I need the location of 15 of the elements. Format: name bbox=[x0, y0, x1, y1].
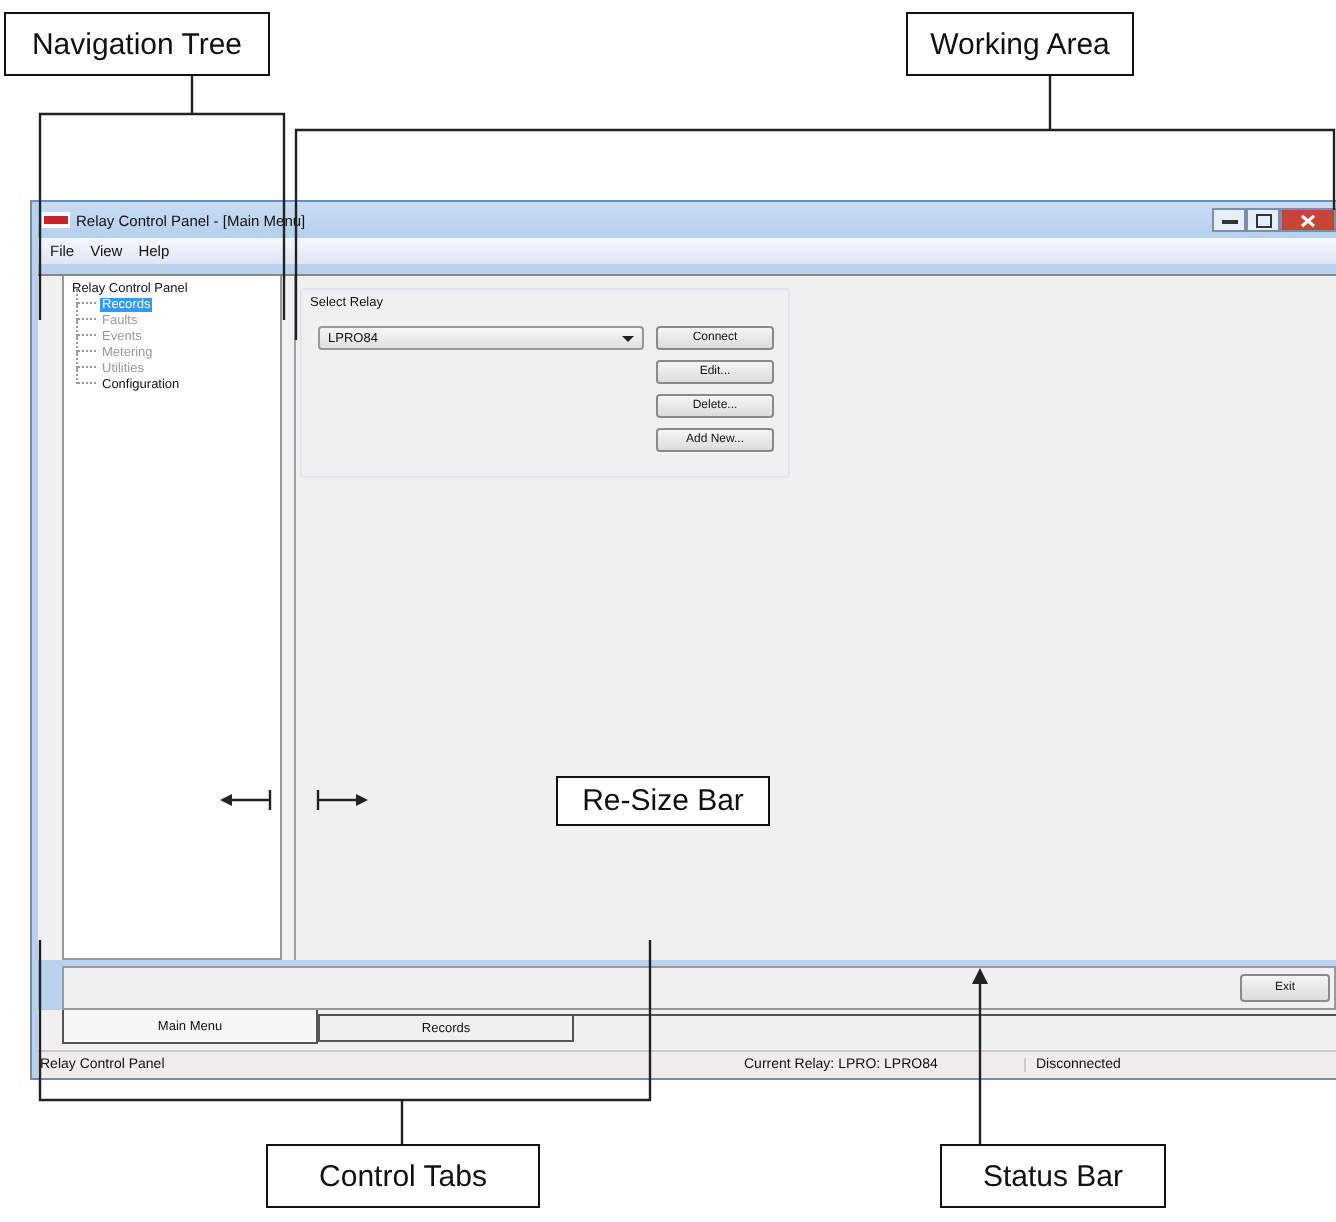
minimize-button[interactable] bbox=[1212, 208, 1246, 232]
minimize-icon bbox=[1221, 216, 1237, 224]
left-arrow-line bbox=[220, 788, 272, 812]
callout-label: Navigation Tree bbox=[4, 12, 270, 76]
close-icon bbox=[1300, 213, 1316, 227]
logo-icon bbox=[42, 212, 70, 228]
callout-label: Working Area bbox=[906, 12, 1134, 76]
callout-label: Status Bar bbox=[940, 1144, 1166, 1208]
close-button[interactable] bbox=[1280, 208, 1336, 232]
dropdown-arrow-icon bbox=[622, 335, 634, 341]
callout-label: Control Tabs bbox=[266, 1144, 540, 1208]
maximize-icon bbox=[1255, 213, 1271, 227]
right-arrow-line bbox=[316, 788, 368, 812]
maximize-button[interactable] bbox=[1246, 208, 1280, 232]
callout-label: Re-Size Bar bbox=[556, 776, 770, 826]
